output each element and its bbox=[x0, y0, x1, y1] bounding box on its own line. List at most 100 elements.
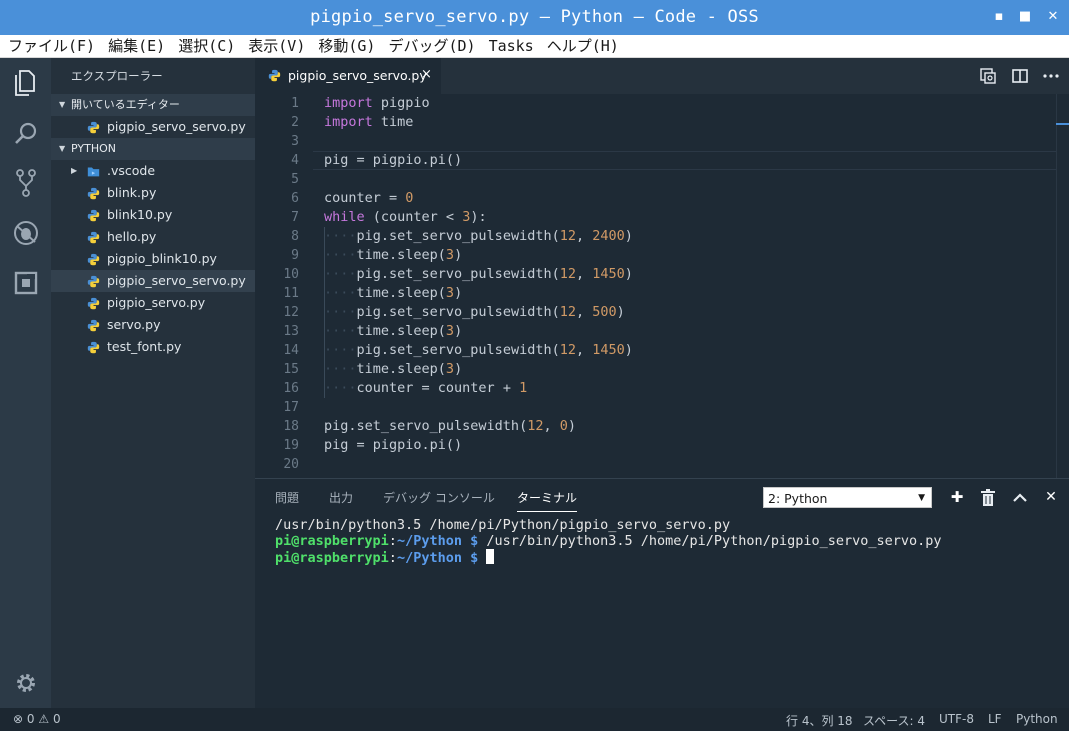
code-line[interactable]: while (counter < 3): bbox=[324, 208, 487, 227]
prompt-user: pi@raspberrypi bbox=[275, 550, 389, 566]
tab-debug-console[interactable]: デバッグ コンソール bbox=[383, 489, 495, 506]
code-line[interactable]: ····time.sleep(3) bbox=[324, 246, 462, 265]
line-number: 20 bbox=[283, 457, 299, 472]
error-icon: ⊗ bbox=[13, 712, 24, 726]
language-mode[interactable]: Python bbox=[1016, 712, 1058, 726]
extensions-icon[interactable] bbox=[0, 258, 51, 308]
close-button[interactable]: ✕ bbox=[1045, 9, 1061, 25]
code-line[interactable]: ····time.sleep(3) bbox=[324, 284, 462, 303]
menu-view[interactable]: 表示(V) bbox=[248, 35, 305, 57]
code-line[interactable]: pig = pigpio.pi() bbox=[324, 151, 462, 170]
code-line[interactable]: ····pig.set_servo_pulsewidth(12, 2400) bbox=[324, 227, 633, 246]
file-item[interactable]: pigpio_servo_servo.py bbox=[51, 270, 255, 292]
trash-icon[interactable] bbox=[979, 489, 997, 507]
scrollbar-track[interactable] bbox=[1056, 94, 1057, 478]
code-line[interactable]: ····time.sleep(3) bbox=[324, 360, 462, 379]
terminal-output[interactable]: /usr/bin/python3.5 /home/pi/Python/pigpi… bbox=[275, 517, 942, 566]
python-file-icon bbox=[268, 69, 281, 82]
code-editor[interactable]: 1 import pigpio 2 import time 3 4 pig = pigpio… bbox=[255, 94, 1069, 478]
line-number: 3 bbox=[291, 134, 299, 149]
file-item[interactable]: hello.py bbox=[51, 226, 255, 248]
menu-tasks[interactable]: Tasks bbox=[489, 35, 534, 57]
search-icon[interactable] bbox=[0, 108, 51, 158]
file-label: hello.py bbox=[107, 229, 157, 244]
code-line[interactable]: ····pig.set_servo_pulsewidth(12, 1450) bbox=[324, 265, 633, 284]
open-changes-icon[interactable] bbox=[979, 68, 997, 84]
file-label: pigpio_blink10.py bbox=[107, 251, 217, 266]
line-number: 5 bbox=[291, 172, 299, 187]
code-line[interactable]: ····pig.set_servo_pulsewidth(12, 1450) bbox=[324, 341, 633, 360]
menu-edit[interactable]: 編集(E) bbox=[108, 35, 165, 57]
terminal-line: /usr/bin/python3.5 /home/pi/Python/pigpi… bbox=[275, 517, 731, 533]
python-file-icon bbox=[87, 341, 100, 354]
file-item[interactable]: pigpio_blink10.py bbox=[51, 248, 255, 270]
bottom-panel: 問題 出力 デバッグ コンソール ターミナル 2: Python ▼ ✚ ✕ /… bbox=[255, 478, 1069, 708]
menu-bar: ファイル(F) 編集(E) 選択(C) 表示(V) 移動(G) デバッグ(D) … bbox=[0, 35, 1069, 58]
code-line[interactable]: ····counter = counter + 1 bbox=[324, 379, 527, 398]
code-line[interactable]: pig = pigpio.pi() bbox=[324, 436, 462, 455]
menu-debug[interactable]: デバッグ(D) bbox=[388, 35, 475, 57]
title-bar: pigpio_servo_servo.py — Python — Code - … bbox=[0, 0, 1069, 35]
source-control-icon[interactable] bbox=[0, 158, 51, 208]
end-of-line[interactable]: LF bbox=[988, 712, 1002, 726]
editor-tab-bar: pigpio_servo_servo.py × bbox=[255, 58, 1069, 94]
line-number: 13 bbox=[283, 324, 299, 339]
open-editors-section[interactable]: ▼ 開いているエディター bbox=[51, 94, 255, 116]
code-line[interactable]: ····time.sleep(3) bbox=[324, 322, 462, 341]
new-terminal-icon[interactable]: ✚ bbox=[948, 488, 966, 506]
indentation[interactable]: スペース: 4 bbox=[863, 712, 925, 729]
menu-selection[interactable]: 選択(C) bbox=[178, 35, 235, 57]
problems-indicator[interactable]: ⊗ 0 ⚠ 0 bbox=[13, 712, 61, 726]
file-label: blink.py bbox=[107, 185, 157, 200]
open-editor-item[interactable]: pigpio_servo_servo.py bbox=[51, 116, 255, 138]
code-line[interactable]: pig.set_servo_pulsewidth(12, 0) bbox=[324, 417, 576, 436]
file-item[interactable]: blink10.py bbox=[51, 204, 255, 226]
close-panel-icon[interactable]: ✕ bbox=[1042, 488, 1060, 506]
maximize-button[interactable]: ■ bbox=[1017, 9, 1033, 25]
encoding[interactable]: UTF-8 bbox=[939, 712, 974, 726]
menu-help[interactable]: ヘルプ(H) bbox=[547, 35, 619, 57]
debug-icon[interactable] bbox=[0, 208, 51, 258]
code-line[interactable]: ····pig.set_servo_pulsewidth(12, 500) bbox=[324, 303, 625, 322]
cursor-position[interactable]: 行 4、列 18 bbox=[786, 712, 853, 729]
file-item[interactable]: servo.py bbox=[51, 314, 255, 336]
line-number: 12 bbox=[283, 305, 299, 320]
warning-icon: ⚠ bbox=[38, 712, 50, 726]
menu-go[interactable]: 移動(G) bbox=[318, 35, 375, 57]
tab-terminal[interactable]: ターミナル bbox=[517, 489, 578, 512]
line-number: 2 bbox=[291, 115, 299, 130]
line-number: 14 bbox=[283, 343, 299, 358]
code-line[interactable]: import pigpio bbox=[324, 94, 430, 113]
code-line[interactable]: counter = 0 bbox=[324, 189, 413, 208]
open-editors-label: 開いているエディター bbox=[71, 98, 180, 111]
folder-item[interactable]: ▶ .vscode bbox=[51, 160, 255, 182]
split-editor-icon[interactable] bbox=[1011, 68, 1029, 84]
prompt-user: pi@raspberrypi bbox=[275, 533, 389, 549]
folder-section-python[interactable]: ▼ PYTHON bbox=[51, 138, 255, 160]
gear-icon[interactable] bbox=[0, 658, 51, 708]
chevron-right-icon: ▶ bbox=[71, 166, 78, 175]
minimize-button[interactable]: ▪ bbox=[991, 9, 1007, 25]
file-item[interactable]: pigpio_servo.py bbox=[51, 292, 255, 314]
python-file-icon bbox=[87, 253, 100, 266]
chevron-down-icon: ▼ bbox=[59, 144, 66, 153]
terminal-line: pi@raspberrypi:~/Python $ /usr/bin/pytho… bbox=[275, 533, 942, 549]
explorer-icon[interactable] bbox=[0, 58, 51, 108]
file-item[interactable]: blink.py bbox=[51, 182, 255, 204]
python-file-icon bbox=[87, 209, 100, 222]
line-number: 18 bbox=[283, 419, 299, 434]
more-actions-icon[interactable] bbox=[1042, 68, 1060, 84]
tab-output[interactable]: 出力 bbox=[329, 489, 353, 506]
warning-count: 0 bbox=[52, 712, 61, 726]
terminal-select[interactable]: 2: Python ▼ bbox=[763, 487, 932, 508]
code-line[interactable]: import time bbox=[324, 113, 413, 132]
tab-pigpio-servo-servo[interactable]: pigpio_servo_servo.py × bbox=[255, 58, 441, 94]
file-item[interactable]: test_font.py bbox=[51, 336, 255, 358]
chevron-down-icon: ▼ bbox=[59, 100, 66, 109]
menu-file[interactable]: ファイル(F) bbox=[8, 35, 95, 57]
window-title: pigpio_servo_servo.py — Python — Code - … bbox=[310, 7, 759, 27]
chevron-up-icon[interactable] bbox=[1011, 489, 1029, 507]
close-icon[interactable]: × bbox=[421, 67, 432, 82]
tab-problems[interactable]: 問題 bbox=[275, 489, 299, 506]
folder-icon bbox=[87, 167, 100, 177]
